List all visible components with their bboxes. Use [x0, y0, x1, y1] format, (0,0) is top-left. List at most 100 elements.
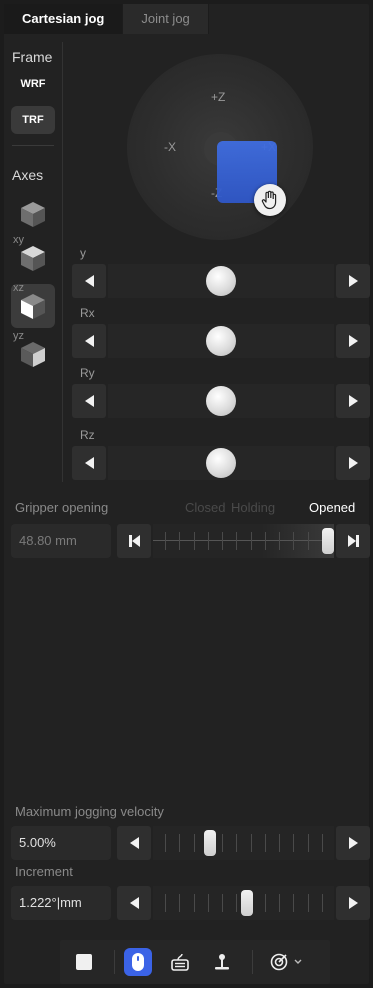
- max-velocity-increase-button[interactable]: [336, 826, 370, 860]
- jog-ry-knob[interactable]: [206, 386, 236, 416]
- jog-rz-decrease-button[interactable]: [72, 446, 106, 480]
- track-tick: [251, 834, 252, 852]
- hand-icon: [261, 190, 277, 210]
- track-tick: [165, 894, 166, 912]
- jog-y-knob[interactable]: [206, 266, 236, 296]
- gripper-close-fully-button[interactable]: [117, 524, 151, 558]
- gripper-state-opened[interactable]: Opened: [309, 500, 355, 515]
- axis-xy-button[interactable]: xy: [11, 234, 55, 280]
- chevron-down-icon: [294, 959, 302, 964]
- increment-decrease-button[interactable]: [117, 886, 151, 920]
- track-tick: [222, 894, 223, 912]
- max-velocity-field[interactable]: 5.00%: [11, 826, 111, 860]
- skip-back-icon: [128, 535, 140, 547]
- arrow-right-icon: [348, 275, 358, 287]
- jog-y-increase-button[interactable]: [336, 264, 370, 298]
- skip-forward-icon: [347, 535, 359, 547]
- jog-rz-knob[interactable]: [206, 448, 236, 478]
- track-tick: [251, 532, 252, 550]
- jog-rx-track[interactable]: [108, 324, 334, 358]
- target-mode-dropdown[interactable]: [264, 948, 308, 976]
- track-tick: [265, 894, 266, 912]
- jog-panel: Cartesian jog Joint jog Frame WRF TRF Ax…: [4, 4, 370, 984]
- increment-track[interactable]: [153, 886, 334, 920]
- arrow-left-icon: [84, 457, 94, 469]
- jog-rx-label: Rx: [80, 306, 95, 320]
- max-velocity-thumb[interactable]: [204, 830, 216, 856]
- jog-y-slider[interactable]: [72, 264, 370, 298]
- max-velocity-label: Maximum jogging velocity: [15, 804, 164, 819]
- gripper-value-field[interactable]: 48.80 mm: [11, 524, 111, 558]
- increment-label: Increment: [15, 864, 73, 879]
- track-tick: [165, 834, 166, 852]
- target-icon: [270, 953, 288, 971]
- jog-ry-increase-button[interactable]: [336, 384, 370, 418]
- track-tick: [308, 894, 309, 912]
- track-tick: [236, 894, 237, 912]
- max-velocity-slider[interactable]: [117, 826, 370, 860]
- axis-xz-button[interactable]: xz: [11, 282, 55, 328]
- input-mode-toolbar: [60, 940, 330, 984]
- arrow-right-icon: [348, 837, 358, 849]
- gripper-state-closed[interactable]: Closed: [185, 500, 225, 515]
- stop-button[interactable]: [70, 948, 98, 976]
- track-tick: [222, 532, 223, 550]
- jog-rz-label: Rz: [80, 428, 95, 442]
- axis-yz-button[interactable]: yz: [11, 330, 55, 376]
- frame-trf-button[interactable]: TRF: [11, 106, 55, 134]
- toolbar-separator: [114, 950, 115, 974]
- track-tick: [279, 834, 280, 852]
- jog-rx-slider[interactable]: [72, 324, 370, 358]
- jog-rx-knob[interactable]: [206, 326, 236, 356]
- arrow-left-icon: [84, 395, 94, 407]
- jog-rz-increase-button[interactable]: [336, 446, 370, 480]
- axis-free-button[interactable]: [11, 192, 55, 236]
- track-tick: [179, 532, 180, 550]
- max-velocity-decrease-button[interactable]: [117, 826, 151, 860]
- jog-y-decrease-button[interactable]: [72, 264, 106, 298]
- cube-yz-icon: [21, 342, 45, 367]
- jog-ry-track[interactable]: [108, 384, 334, 418]
- tab-cartesian-jog[interactable]: Cartesian jog: [4, 4, 124, 34]
- keyboard-icon: [171, 953, 189, 971]
- arrow-left-icon: [84, 275, 94, 287]
- increment-thumb[interactable]: [241, 890, 253, 916]
- gripper-state-holding[interactable]: Holding: [231, 500, 275, 515]
- gripper-open-fully-button[interactable]: [336, 524, 370, 558]
- gripper-track[interactable]: [153, 524, 334, 558]
- tab-joint-jog[interactable]: Joint jog: [123, 4, 209, 34]
- jog-y-track[interactable]: [108, 264, 334, 298]
- gripper-slider[interactable]: [117, 524, 370, 558]
- jog-ry-decrease-button[interactable]: [72, 384, 106, 418]
- gripper-thumb[interactable]: [322, 528, 334, 554]
- jog-rx-decrease-button[interactable]: [72, 324, 106, 358]
- joystick-minus-x-label: -X: [164, 140, 176, 154]
- jog-rx-increase-button[interactable]: [336, 324, 370, 358]
- joystick-mode-button[interactable]: [208, 948, 236, 976]
- jog-rz-slider[interactable]: [72, 446, 370, 480]
- grab-cursor[interactable]: [254, 184, 286, 216]
- cube-xy-icon: [21, 246, 45, 271]
- increment-slider[interactable]: [117, 886, 370, 920]
- panel-divider: [62, 42, 63, 482]
- increment-field[interactable]: 1.222°|mm: [11, 886, 111, 920]
- frame-wrf-button[interactable]: WRF: [11, 70, 55, 98]
- track-tick: [293, 894, 294, 912]
- gripper-track-line: [153, 540, 334, 541]
- arrow-right-icon: [348, 335, 358, 347]
- keyboard-mode-button[interactable]: [166, 948, 194, 976]
- arrow-right-icon: [348, 395, 358, 407]
- track-tick: [222, 834, 223, 852]
- track-tick: [322, 834, 323, 852]
- mouse-mode-button[interactable]: [124, 948, 152, 976]
- mouse-icon: [132, 953, 144, 971]
- increment-increase-button[interactable]: [336, 886, 370, 920]
- max-velocity-track[interactable]: [153, 826, 334, 860]
- jog-rz-track[interactable]: [108, 446, 334, 480]
- joystick-plus-z-label: +Z: [211, 90, 226, 104]
- arrow-right-icon: [348, 457, 358, 469]
- track-tick: [179, 894, 180, 912]
- jog-ry-slider[interactable]: [72, 384, 370, 418]
- gripper-title: Gripper opening: [15, 500, 109, 515]
- track-tick: [322, 894, 323, 912]
